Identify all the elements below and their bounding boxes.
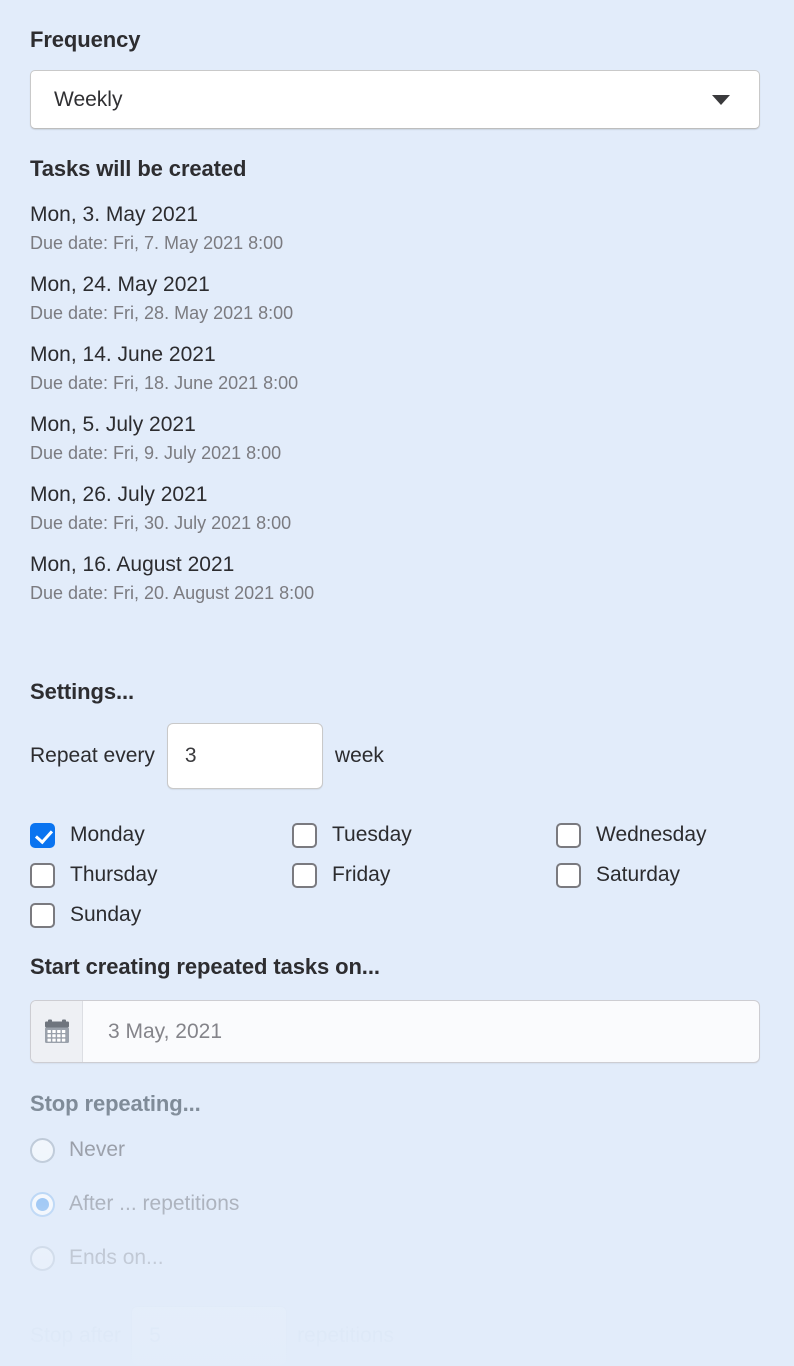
stop-after-suffix-label: repetitions	[297, 1324, 394, 1347]
frequency-select-value: Weekly	[54, 87, 123, 111]
weekday-label: Friday	[332, 863, 391, 886]
task-due-date: Due date: Fri, 20. August 2021 8:00	[30, 583, 315, 603]
repeat-every-suffix-label: week	[334, 744, 384, 767]
checkbox-saturday[interactable]	[556, 862, 581, 888]
checkbox-sunday[interactable]	[30, 902, 55, 928]
calendar-icon[interactable]	[31, 1001, 83, 1062]
tasks-will-be-created-label: Tasks will be created	[30, 156, 247, 181]
stop-option-after-repetitions[interactable]: After ... repetitions	[30, 1186, 239, 1222]
weekday-label: Tuesday	[332, 823, 412, 846]
weekday-option-monday[interactable]: Monday	[30, 815, 145, 855]
list-item: Mon, 5. July 2021 Due date: Fri, 9. July…	[30, 410, 730, 467]
weekday-option-saturday[interactable]: Saturday	[556, 855, 680, 895]
task-due-date: Due date: Fri, 28. May 2021 8:00	[30, 303, 294, 323]
start-creating-on-label: Start creating repeated tasks on...	[30, 954, 380, 979]
stop-after-row: Stop after repetitions	[30, 1306, 394, 1366]
weekday-option-friday[interactable]: Friday	[292, 855, 390, 895]
stop-option-label: Never	[69, 1138, 126, 1161]
weekday-option-sunday[interactable]: Sunday	[30, 895, 141, 935]
task-date: Mon, 16. August 2021	[30, 553, 235, 576]
list-item: Mon, 16. August 2021 Due date: Fri, 20. …	[30, 550, 730, 607]
weekday-option-wednesday[interactable]: Wednesday	[556, 815, 707, 855]
start-date-field[interactable]: 3 May, 2021	[30, 1000, 760, 1063]
weekday-label: Wednesday	[596, 823, 707, 846]
task-date: Mon, 14. June 2021	[30, 343, 216, 366]
stop-option-label: After ... repetitions	[69, 1192, 240, 1215]
stop-option-label: Ends on...	[69, 1246, 164, 1269]
checkbox-wednesday[interactable]	[556, 822, 581, 848]
weekday-label: Thursday	[70, 863, 158, 886]
stop-option-never[interactable]: Never	[30, 1132, 125, 1168]
weekday-label: Monday	[70, 823, 145, 846]
list-item: Mon, 24. May 2021 Due date: Fri, 28. May…	[30, 270, 730, 327]
start-date-value[interactable]: 3 May, 2021	[83, 1001, 759, 1062]
task-due-date: Due date: Fri, 9. July 2021 8:00	[30, 443, 282, 463]
weekday-option-thursday[interactable]: Thursday	[30, 855, 158, 895]
task-due-date: Due date: Fri, 18. June 2021 8:00	[30, 373, 299, 393]
weekday-option-tuesday[interactable]: Tuesday	[292, 815, 412, 855]
task-date: Mon, 3. May 2021	[30, 203, 199, 226]
task-date: Mon, 26. July 2021	[30, 483, 208, 506]
list-item: Mon, 26. July 2021 Due date: Fri, 30. Ju…	[30, 480, 730, 537]
stop-after-count-input[interactable]	[131, 1306, 288, 1366]
weekday-label: Sunday	[70, 903, 142, 926]
radio-ends-on[interactable]	[30, 1245, 55, 1271]
radio-after-repetitions[interactable]	[30, 1191, 55, 1217]
stop-repeating-section: Stop repeating... Never After ... repeti…	[0, 1086, 794, 1366]
task-due-date: Due date: Fri, 7. May 2021 8:00	[30, 233, 284, 253]
task-due-date: Due date: Fri, 30. July 2021 8:00	[30, 513, 292, 533]
task-date: Mon, 5. July 2021	[30, 413, 196, 436]
stop-repeating-label: Stop repeating...	[30, 1091, 201, 1116]
list-item: Mon, 3. May 2021 Due date: Fri, 7. May 2…	[30, 200, 730, 257]
checkbox-monday[interactable]	[30, 822, 55, 848]
radio-never[interactable]	[30, 1137, 55, 1163]
frequency-select[interactable]: Weekly	[30, 70, 760, 129]
stop-after-prefix-label: Stop after	[30, 1324, 122, 1347]
task-date: Mon, 24. May 2021	[30, 273, 210, 296]
repeating-task-settings-panel: Frequency Weekly Tasks will be created M…	[0, 0, 794, 1366]
repeat-interval-input[interactable]	[166, 723, 323, 789]
weekday-label: Saturday	[596, 863, 681, 886]
stop-option-ends-on[interactable]: Ends on...	[30, 1240, 164, 1276]
repeat-every-row: Repeat every week	[30, 723, 384, 789]
repeat-every-prefix-label: Repeat every	[30, 744, 155, 767]
chevron-down-icon	[712, 94, 730, 105]
settings-label: Settings...	[30, 679, 135, 704]
task-preview-list: Mon, 3. May 2021 Due date: Fri, 7. May 2…	[30, 200, 730, 620]
checkbox-thursday[interactable]	[30, 862, 55, 888]
checkbox-friday[interactable]	[292, 862, 317, 888]
list-item: Mon, 14. June 2021 Due date: Fri, 18. Ju…	[30, 340, 730, 397]
frequency-label: Frequency	[30, 27, 141, 52]
checkbox-tuesday[interactable]	[292, 822, 317, 848]
